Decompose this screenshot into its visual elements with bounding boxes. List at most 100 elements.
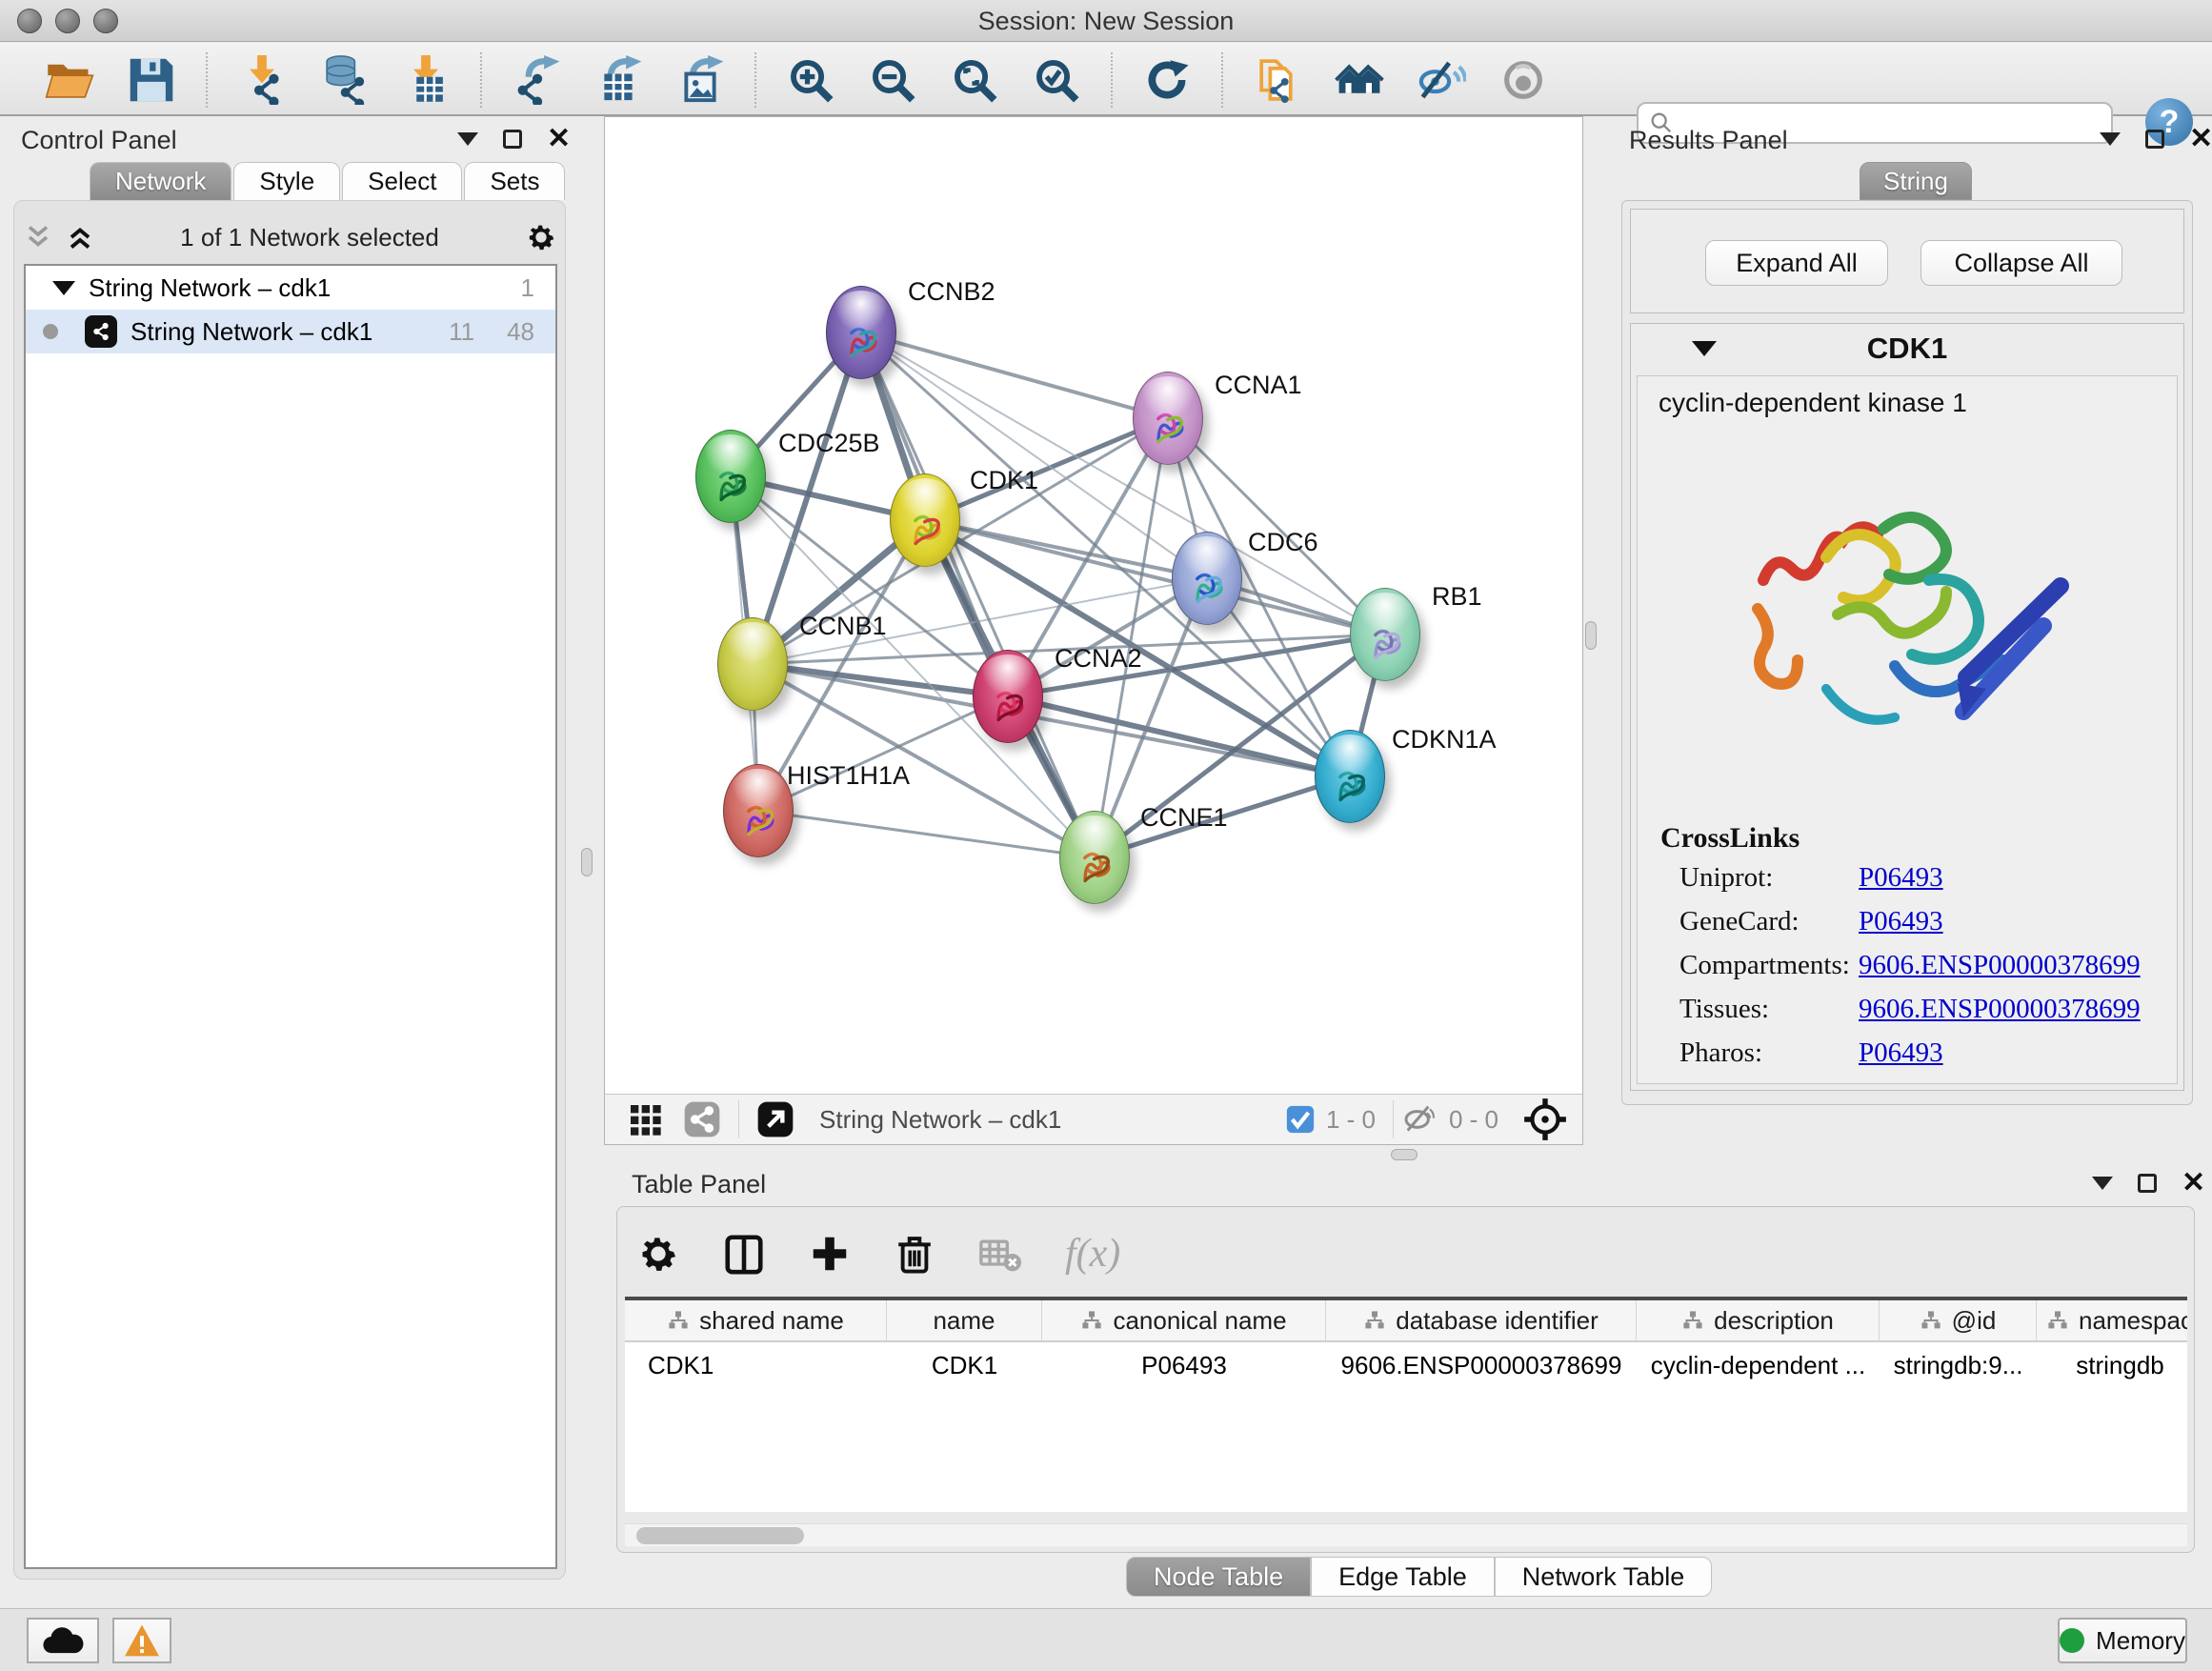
network-node-CDC25B[interactable] xyxy=(695,430,766,523)
tab-edge-table[interactable]: Edge Table xyxy=(1311,1557,1495,1597)
warnings-button[interactable] xyxy=(112,1618,171,1663)
column-tree-icon xyxy=(1681,1309,1704,1332)
panel-close-icon[interactable]: ✕ xyxy=(547,130,571,149)
column-header-name[interactable]: name xyxy=(887,1300,1042,1340)
current-network-bullet-icon xyxy=(43,324,58,339)
panel-minimize-icon[interactable] xyxy=(457,132,478,146)
string-network-icon xyxy=(85,315,117,348)
cell-@id[interactable]: stringdb:9... xyxy=(1880,1351,2037,1380)
string-home-icon[interactable] xyxy=(1330,53,1389,107)
table-row[interactable]: CDK1CDK1P064939606.ENSP00000378699cyclin… xyxy=(625,1342,2187,1388)
panel-float-icon[interactable] xyxy=(2145,130,2164,149)
cell-namespac[interactable]: stringdb xyxy=(2037,1351,2187,1380)
left-splitter-handle[interactable] xyxy=(581,848,593,876)
import-table-icon[interactable] xyxy=(396,53,455,107)
selected-checkbox-icon[interactable] xyxy=(1284,1103,1317,1136)
column-header-@id[interactable]: @id xyxy=(1880,1300,2037,1340)
collapse-section-icon[interactable] xyxy=(1692,341,1717,356)
column-header-database-identifier[interactable]: database identifier xyxy=(1326,1300,1637,1340)
tab-style[interactable]: Style xyxy=(233,162,340,200)
network-options-gear-icon[interactable] xyxy=(525,221,557,253)
tab-node-table[interactable]: Node Table xyxy=(1126,1557,1311,1597)
table-panel: Table Panel ✕ f(x) shared namenamecanoni… xyxy=(604,1145,2212,1608)
panel-close-icon[interactable]: ✕ xyxy=(2189,130,2212,149)
panel-close-icon[interactable]: ✕ xyxy=(2182,1174,2205,1193)
zoom-selected-icon[interactable] xyxy=(1027,53,1086,107)
panel-minimize-icon[interactable] xyxy=(2100,132,2121,146)
collapse-all-icon[interactable] xyxy=(24,221,52,253)
network-canvas[interactable]: CCNB2CCNA1CDC25BCDK1CDC6RB1CCNB1CCNA2CDK… xyxy=(605,117,1582,1093)
crosslink-link[interactable]: P06493 xyxy=(1859,906,1943,937)
save-session-icon[interactable] xyxy=(122,53,181,107)
cell-shared-name[interactable]: CDK1 xyxy=(625,1351,887,1380)
import-network-icon[interactable] xyxy=(232,53,292,107)
tab-select[interactable]: Select xyxy=(342,162,462,200)
open-session-icon[interactable] xyxy=(40,53,99,107)
tab-sets[interactable]: Sets xyxy=(464,162,565,200)
scrollbar-thumb[interactable] xyxy=(636,1527,804,1544)
delete-column-trash-icon[interactable] xyxy=(894,1232,935,1276)
cell-canonical-name[interactable]: P06493 xyxy=(1042,1351,1326,1380)
fit-content-crosshair-icon[interactable] xyxy=(1521,1096,1569,1143)
zoom-out-icon[interactable] xyxy=(863,53,922,107)
collapse-all-button[interactable]: Collapse All xyxy=(1920,240,2122,286)
refresh-view-icon[interactable] xyxy=(1137,53,1196,107)
right-splitter-handle[interactable] xyxy=(1585,621,1597,650)
column-header-namespac[interactable]: namespac xyxy=(2037,1300,2187,1340)
memory-button[interactable]: Memory xyxy=(2058,1618,2187,1663)
table-horizontal-scrollbar[interactable] xyxy=(625,1523,2187,1546)
export-network-icon[interactable] xyxy=(507,53,566,107)
crosslink-link[interactable]: P06493 xyxy=(1859,862,1943,894)
table-options-gear-icon[interactable] xyxy=(636,1232,680,1276)
add-column-icon[interactable] xyxy=(808,1232,852,1276)
cloud-button[interactable] xyxy=(27,1618,99,1663)
birds-eye-view-icon[interactable] xyxy=(754,1098,796,1140)
column-header-canonical-name[interactable]: canonical name xyxy=(1042,1300,1326,1340)
zoom-in-icon[interactable] xyxy=(781,53,840,107)
network-node-HIST1H1A[interactable] xyxy=(723,764,794,857)
expand-all-button[interactable]: Expand All xyxy=(1705,240,1888,286)
network-collection-row[interactable]: String Network – cdk1 1 xyxy=(26,266,555,310)
network-node-CDC6[interactable] xyxy=(1172,532,1242,625)
tab-network-table[interactable]: Network Table xyxy=(1495,1557,1713,1597)
zoom-fit-icon[interactable] xyxy=(945,53,1004,107)
gene-description: cyclin-dependent kinase 1 xyxy=(1659,388,1967,418)
network-node-RB1[interactable] xyxy=(1350,588,1420,681)
toolbar-separator xyxy=(480,52,482,108)
tree-expand-icon[interactable] xyxy=(52,281,75,295)
grid-view-icon[interactable] xyxy=(626,1100,664,1138)
eye-icon[interactable] xyxy=(1494,53,1553,107)
gene-section-header[interactable]: CDK1 xyxy=(1631,324,2183,373)
column-header-shared-name[interactable]: shared name xyxy=(625,1300,887,1340)
network-node-CCNA2[interactable] xyxy=(973,650,1043,743)
export-table-icon[interactable] xyxy=(589,53,648,107)
network-node-CCNA1[interactable] xyxy=(1133,372,1203,465)
show-columns-icon[interactable] xyxy=(722,1232,766,1276)
network-node-CCNB1[interactable] xyxy=(717,617,788,711)
tab-string[interactable]: String xyxy=(1860,162,1972,200)
tab-network[interactable]: Network xyxy=(90,162,231,200)
panel-float-icon[interactable] xyxy=(2138,1174,2157,1193)
node-table[interactable]: shared namenamecanonical namedatabase id… xyxy=(625,1297,2187,1512)
bottom-splitter-handle[interactable] xyxy=(1391,1149,1418,1160)
share-document-icon[interactable] xyxy=(1248,53,1307,107)
crosslink-link[interactable]: P06493 xyxy=(1859,1037,1943,1069)
crosslink-link[interactable]: 9606.ENSP00000378699 xyxy=(1859,994,2141,1025)
column-header-description[interactable]: description xyxy=(1637,1300,1880,1340)
import-network-database-icon[interactable] xyxy=(314,53,373,107)
cell-name[interactable]: CDK1 xyxy=(887,1351,1042,1380)
cell-description[interactable]: cyclin-dependent ... xyxy=(1637,1351,1880,1380)
network-node-CCNB2[interactable] xyxy=(826,286,896,379)
hide-details-icon[interactable] xyxy=(1412,53,1471,107)
network-node-CCNE1[interactable] xyxy=(1059,811,1130,904)
expand-all-icon[interactable] xyxy=(66,221,94,253)
string-view-icon[interactable] xyxy=(681,1098,723,1140)
cell-database-identifier[interactable]: 9606.ENSP00000378699 xyxy=(1326,1351,1637,1380)
crosslink-link[interactable]: 9606.ENSP00000378699 xyxy=(1859,950,2141,981)
export-image-icon[interactable] xyxy=(671,53,730,107)
panel-minimize-icon[interactable] xyxy=(2092,1177,2113,1190)
network-node-CDK1[interactable] xyxy=(890,473,960,567)
network-row[interactable]: String Network – cdk1 11 48 xyxy=(26,310,555,353)
panel-float-icon[interactable] xyxy=(503,130,522,149)
network-node-CDKN1A[interactable] xyxy=(1315,730,1385,823)
